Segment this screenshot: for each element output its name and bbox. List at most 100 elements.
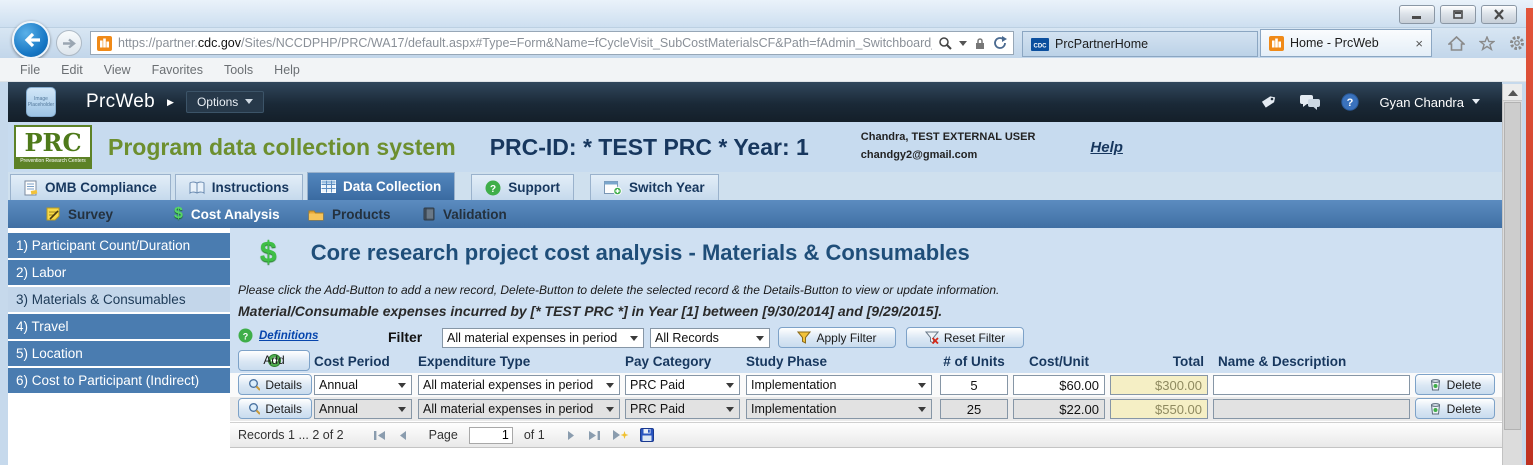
main-tab-bar: OMB Compliance Instructions Data Collect… bbox=[8, 172, 1502, 200]
browser-tab-home-prcweb[interactable]: Home - PrcWeb × bbox=[1260, 29, 1432, 57]
first-page-button[interactable] bbox=[373, 430, 387, 441]
restore-button[interactable] bbox=[1440, 5, 1476, 24]
vertical-scrollbar[interactable] bbox=[1502, 84, 1522, 465]
tab-omb-compliance[interactable]: OMB Compliance bbox=[10, 174, 171, 200]
minimize-button[interactable] bbox=[1399, 5, 1435, 24]
address-bar[interactable]: https://partner.cdc.gov/Sites/NCCDPHP/PR… bbox=[90, 31, 1014, 55]
close-button[interactable] bbox=[1481, 5, 1517, 24]
menu-view[interactable]: View bbox=[104, 63, 131, 77]
pay-category-dropdown[interactable]: PRC Paid bbox=[625, 375, 740, 395]
forward-button[interactable] bbox=[56, 30, 82, 56]
expenditure-type-dropdown[interactable]: All material expenses in period bbox=[418, 375, 620, 395]
options-button[interactable]: Options bbox=[186, 91, 264, 113]
new-record-button[interactable] bbox=[612, 429, 629, 441]
home-icon[interactable] bbox=[1448, 36, 1465, 51]
subtab-label: Cost Analysis bbox=[191, 207, 280, 222]
previous-page-button[interactable] bbox=[398, 430, 408, 441]
save-floppy-icon bbox=[640, 428, 654, 442]
menu-tools[interactable]: Tools bbox=[224, 63, 253, 77]
cost-per-unit-field[interactable]: $22.00 bbox=[1013, 399, 1105, 419]
user-menu[interactable]: Gyan Chandra bbox=[1379, 95, 1480, 110]
search-dropdown-icon[interactable] bbox=[959, 41, 967, 50]
subtab-survey[interactable]: Survey bbox=[46, 200, 113, 228]
search-icon[interactable] bbox=[938, 36, 952, 50]
chevron-down-icon bbox=[606, 407, 614, 416]
expense-filter-dropdown[interactable]: All material expenses in period bbox=[442, 328, 644, 348]
page-label: Page bbox=[429, 428, 458, 442]
dollar-icon: $ bbox=[260, 236, 277, 270]
window-titlebar[interactable] bbox=[0, 0, 1533, 28]
expenditure-type-dropdown[interactable]: All material expenses in period bbox=[418, 399, 620, 419]
cost-per-unit-field[interactable]: $60.00 bbox=[1013, 375, 1105, 395]
subtab-products[interactable]: Products bbox=[308, 200, 391, 228]
note-pencil-icon bbox=[46, 207, 60, 221]
tab-instructions[interactable]: Instructions bbox=[175, 174, 303, 200]
details-button[interactable]: Details bbox=[238, 374, 312, 395]
save-button[interactable] bbox=[640, 428, 654, 442]
page-number-input[interactable] bbox=[469, 427, 513, 444]
sidebar-item-materials-consumables[interactable]: 3) Materials & Consumables bbox=[8, 287, 230, 312]
tab-data-collection[interactable]: Data Collection bbox=[307, 172, 455, 200]
definitions-link-group[interactable]: ? Definitions bbox=[238, 328, 318, 343]
svg-text:?: ? bbox=[1347, 97, 1354, 109]
delete-label: Delete bbox=[1447, 402, 1482, 416]
new-record-icon bbox=[612, 429, 629, 441]
close-tab-icon[interactable]: × bbox=[1415, 36, 1423, 51]
details-button[interactable]: Details bbox=[238, 398, 312, 419]
scroll-up-button[interactable] bbox=[1503, 84, 1522, 101]
name-description-field[interactable] bbox=[1213, 375, 1410, 395]
chevron-down-icon bbox=[918, 407, 926, 416]
tab-title: PrcPartnerHome bbox=[1055, 37, 1148, 51]
sidebar-item-travel[interactable]: 4) Travel bbox=[8, 314, 230, 339]
favorites-star-icon[interactable] bbox=[1479, 36, 1495, 51]
tag-icon[interactable] bbox=[1259, 94, 1279, 111]
menu-edit[interactable]: Edit bbox=[61, 63, 83, 77]
help-icon[interactable]: ? bbox=[1341, 93, 1359, 111]
switch-year-icon bbox=[604, 180, 622, 196]
delete-button[interactable]: Delete bbox=[1415, 374, 1495, 395]
back-button[interactable] bbox=[12, 21, 50, 59]
sidebar-item-location[interactable]: 5) Location bbox=[8, 341, 230, 366]
browser-tab-prcpartnerhome[interactable]: CDC PrcPartnerHome bbox=[1022, 31, 1258, 57]
comments-icon[interactable] bbox=[1299, 94, 1321, 111]
tab-support[interactable]: ? Support bbox=[471, 174, 574, 200]
col-study-phase: Study Phase bbox=[746, 354, 827, 369]
cost-period-dropdown[interactable]: Annual bbox=[314, 399, 412, 419]
folder-icon bbox=[308, 208, 324, 221]
study-phase-dropdown[interactable]: Implementation bbox=[746, 375, 932, 395]
cdc-icon: CDC bbox=[1031, 38, 1049, 51]
name-description-field[interactable] bbox=[1213, 399, 1410, 419]
sidebar-item-labor[interactable]: 2) Labor bbox=[8, 260, 230, 285]
add-button[interactable]: Add bbox=[238, 350, 310, 371]
units-field[interactable]: 5 bbox=[940, 375, 1008, 395]
prcweb-brand[interactable]: PrcWeb bbox=[86, 91, 155, 113]
settings-gear-icon[interactable] bbox=[1509, 35, 1525, 51]
definitions-link[interactable]: Definitions bbox=[259, 330, 318, 342]
subtab-cost-analysis[interactable]: $ Cost Analysis bbox=[174, 200, 280, 228]
book-icon bbox=[189, 181, 205, 195]
dropdown-value: Annual bbox=[319, 402, 394, 416]
help-link[interactable]: Help bbox=[1090, 139, 1123, 156]
next-page-button[interactable] bbox=[566, 430, 576, 441]
cost-period-dropdown[interactable]: Annual bbox=[314, 375, 412, 395]
apply-filter-button[interactable]: Apply Filter bbox=[778, 327, 896, 348]
subtab-validation[interactable]: Validation bbox=[423, 200, 507, 228]
menu-help[interactable]: Help bbox=[274, 63, 300, 77]
last-page-button[interactable] bbox=[587, 430, 601, 441]
desktop-edge-strip bbox=[1526, 8, 1533, 465]
scrollbar-thumb[interactable] bbox=[1504, 102, 1521, 430]
menu-file[interactable]: File bbox=[20, 63, 40, 77]
menu-favorites[interactable]: Favorites bbox=[152, 63, 203, 77]
records-filter-dropdown[interactable]: All Records bbox=[650, 328, 770, 348]
sidebar-item-participant-count[interactable]: 1) Participant Count/Duration bbox=[8, 233, 230, 258]
dropdown-value: PRC Paid bbox=[630, 402, 722, 416]
pay-category-dropdown[interactable]: PRC Paid bbox=[625, 399, 740, 419]
study-phase-dropdown[interactable]: Implementation bbox=[746, 399, 932, 419]
units-field[interactable]: 25 bbox=[940, 399, 1008, 419]
refresh-icon[interactable] bbox=[993, 36, 1007, 50]
sidebar-item-cost-to-participant[interactable]: 6) Cost to Participant (Indirect) bbox=[8, 368, 230, 393]
trash-icon bbox=[1429, 402, 1442, 415]
reset-filter-button[interactable]: Reset Filter bbox=[906, 327, 1024, 348]
tab-switch-year[interactable]: Switch Year bbox=[590, 174, 719, 200]
delete-button[interactable]: Delete bbox=[1415, 398, 1495, 419]
